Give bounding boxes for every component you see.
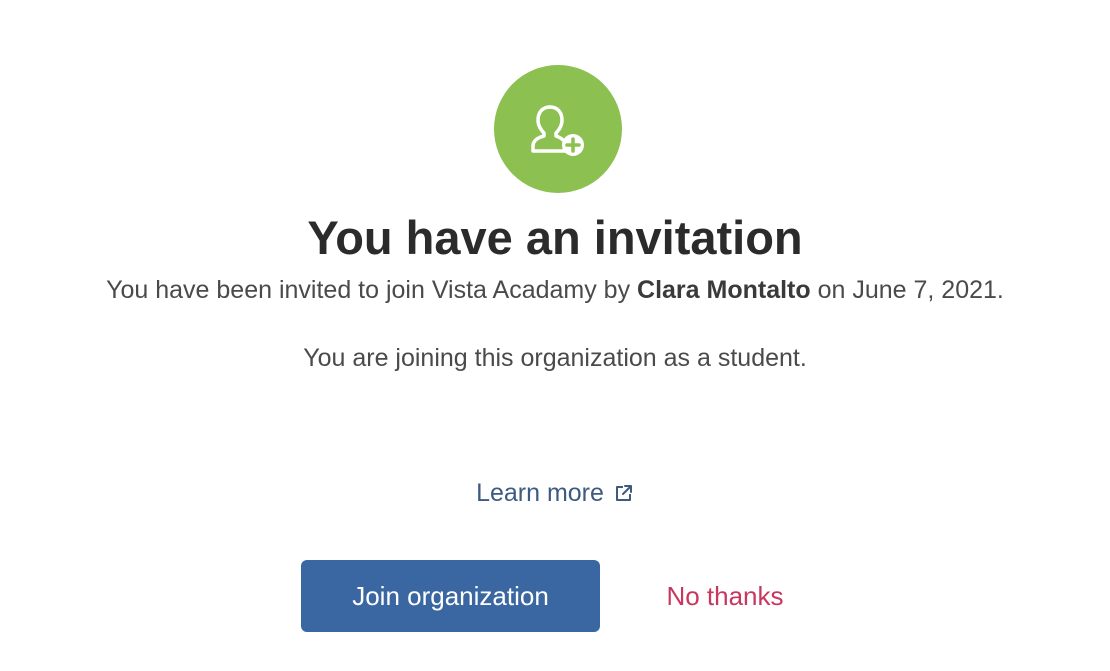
user-add-icon — [528, 99, 588, 159]
invitation-avatar — [494, 65, 622, 193]
learn-more-label: Learn more — [476, 479, 604, 507]
invite-prefix: You have been invited to join Vista Acad… — [106, 276, 638, 304]
role-description: You are joining this organization as a s… — [303, 344, 807, 372]
invite-suffix: on June 7, 2021. — [810, 276, 1004, 304]
learn-more-link[interactable]: Learn more — [476, 476, 634, 510]
invitation-page: You have an invitation You have been inv… — [0, 0, 1110, 671]
page-title: You have an invitation — [307, 211, 803, 264]
invitation-details: You have been invited to join Vista Acad… — [0, 273, 1110, 307]
join-organization-button[interactable]: Join organization — [301, 560, 600, 632]
external-link-icon — [614, 483, 634, 503]
learn-more-container: Learn more — [0, 476, 1110, 510]
no-thanks-button[interactable]: No thanks — [640, 560, 810, 632]
inviter-name: Clara Montalto — [637, 276, 811, 304]
